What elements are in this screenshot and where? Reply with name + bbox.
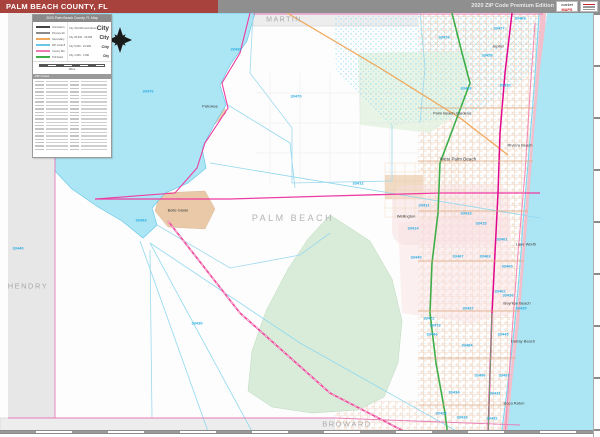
legend-city-sample: City: [103, 54, 109, 58]
legend-line-sample: [36, 26, 50, 27]
legend-line-label: Primary Road: [52, 32, 65, 35]
legend-scale: Miles: [33, 62, 111, 74]
legend-panel: 2020 Palm Beach County, FL Map Interstat…: [32, 14, 112, 158]
legend-line-label: Toll Road: [52, 56, 63, 59]
legend-title: 2020 Palm Beach County, FL Map: [33, 15, 111, 22]
map-poster: PALM BEACH COUNTY, FL 2020 ZIP Code Prem…: [0, 0, 600, 437]
legend-line-label: Interstate Highway: [52, 26, 65, 29]
legend-line-sample: [36, 56, 50, 57]
legend-city-class-label: City 5,000 - 24,999: [69, 45, 91, 48]
legend-city-class-label: City 100,000 and Above: [69, 27, 97, 30]
legend-line-item: Toll Road: [36, 54, 65, 60]
legend-line-sample: [36, 32, 50, 33]
logo-text-maps: MAPS: [557, 8, 577, 12]
legend-zip-table: [33, 79, 111, 152]
legend-line-sample: [36, 50, 50, 51]
header-bar: PALM BEACH COUNTY, FL 2020 ZIP Code Prem…: [0, 0, 600, 13]
legend-city-item: City 25,000 - 99,999 City: [69, 33, 109, 42]
edition-label: 2020 ZIP Code Premium Edition: [471, 0, 554, 13]
legend-line-label: Secondary Road: [52, 38, 65, 41]
scale-miles-label: Miles: [39, 67, 105, 71]
legend-line-sample: [36, 44, 50, 45]
legend-city-sample: City: [101, 44, 109, 49]
legend-city-sample: City: [97, 25, 109, 32]
legend-city-sample: City: [100, 35, 109, 41]
legend-city-class-label: City 1,000 - 4,999: [69, 54, 89, 57]
legend-line-label: ZIP Code Boundary: [52, 44, 65, 47]
map-title: PALM BEACH COUNTY, FL: [0, 0, 218, 13]
zip-table-row: [35, 148, 109, 151]
legend-city-list: City 100,000 and AboveCityCity 25,000 - …: [67, 22, 111, 61]
legend-city-item: City 1,000 - 4,999 City: [69, 51, 109, 60]
legend-line-list: Interstate Highway Primary Road Secondary …: [33, 22, 67, 61]
legend-city-item: City 100,000 and AboveCity: [69, 24, 109, 33]
legend-line-sample: [36, 38, 50, 39]
legend-city-item: City 5,000 - 24,999 City: [69, 42, 109, 51]
legend-city-class-label: City 25,000 - 99,999: [69, 36, 92, 39]
palm-beach-county-label: PALM BEACH: [252, 213, 334, 223]
legend-line-label: County Boundary: [52, 50, 65, 53]
publisher-badge: [580, 1, 598, 12]
marketmaps-logo: market MAPS: [556, 1, 578, 12]
map-canvas[interactable]: 2020 Palm Beach County, FL Map Interstat…: [0, 13, 600, 437]
right-scale-ruler: [593, 13, 600, 437]
